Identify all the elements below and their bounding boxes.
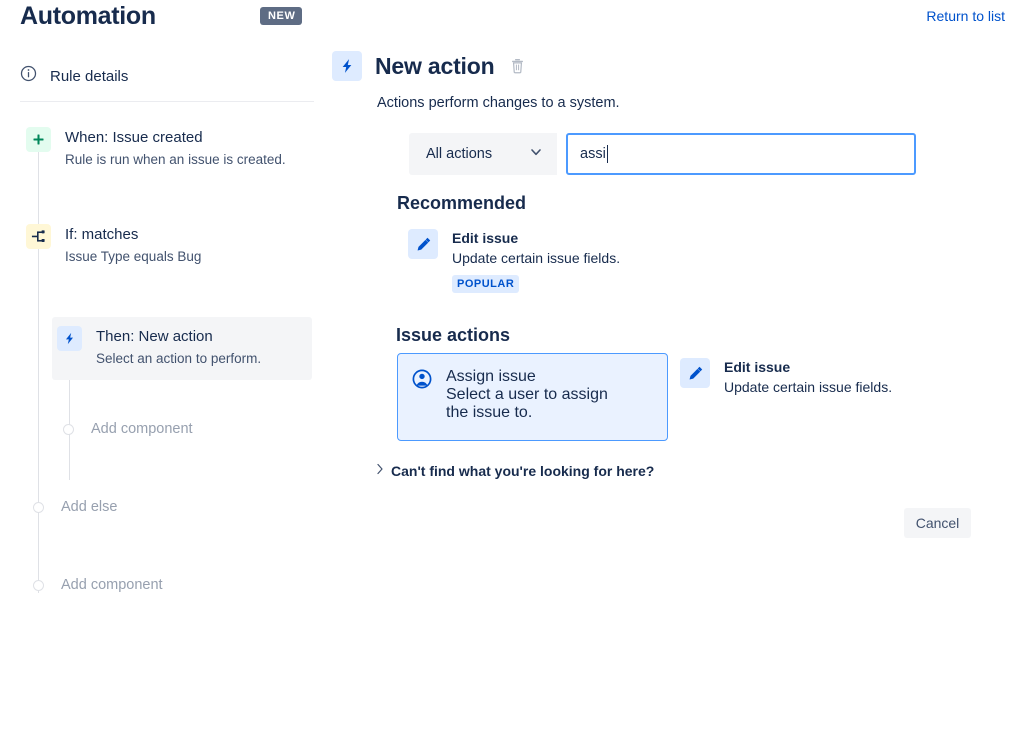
section-title-recommended: Recommended bbox=[397, 193, 526, 214]
rule-node-when[interactable]: When: Issue created Rule is run when an … bbox=[26, 127, 286, 170]
issue-action-card-edit-issue[interactable]: Edit issue Update certain issue fields. bbox=[680, 358, 980, 397]
branch-icon bbox=[26, 224, 51, 249]
page-title: Automation bbox=[20, 2, 156, 31]
search-input[interactable]: assi bbox=[566, 133, 916, 175]
add-else-label: Add else bbox=[61, 499, 117, 515]
circle-node-icon bbox=[33, 580, 44, 591]
section-title-issue-actions: Issue actions bbox=[396, 325, 510, 346]
automation-rule-builder-page: Automation NEW Return to list Rule detai… bbox=[0, 0, 1019, 753]
pencil-icon bbox=[680, 358, 710, 388]
rule-chain-sidebar: Rule details When: Issue created Rule is… bbox=[0, 55, 330, 615]
rule-node-subtitle: Issue Type equals Bug bbox=[65, 247, 201, 267]
action-filter-row: All actions assi bbox=[409, 133, 916, 175]
sidebar-divider bbox=[20, 101, 314, 102]
action-type-select-value: All actions bbox=[426, 146, 492, 162]
action-subtitle: Select a user to assign the issue to. bbox=[446, 386, 631, 422]
panel-header: New action bbox=[332, 51, 525, 81]
action-type-select[interactable]: All actions bbox=[409, 133, 557, 175]
rule-node-title: If: matches bbox=[65, 225, 201, 245]
sidebar-item-label: Rule details bbox=[50, 68, 128, 85]
lightning-bolt-icon bbox=[57, 326, 82, 351]
action-title: Edit issue bbox=[724, 358, 892, 376]
rule-node-if[interactable]: If: matches Issue Type equals Bug bbox=[26, 224, 201, 267]
circle-node-icon bbox=[33, 502, 44, 513]
rule-node-subtitle: Rule is run when an issue is created. bbox=[65, 150, 286, 170]
add-else-button[interactable]: Add else bbox=[33, 499, 117, 515]
action-title: Assign issue bbox=[446, 368, 631, 386]
panel-title: New action bbox=[375, 53, 494, 80]
chevron-right-icon bbox=[376, 462, 384, 480]
action-title: Edit issue bbox=[452, 229, 620, 247]
rule-node-title: Then: New action bbox=[96, 327, 261, 347]
issue-action-card-assign-issue[interactable]: Assign issue Select a user to assign the… bbox=[397, 353, 668, 441]
trash-icon[interactable] bbox=[510, 58, 525, 74]
person-circle-icon bbox=[411, 368, 433, 395]
rule-node-then[interactable]: Then: New action Select an action to per… bbox=[52, 317, 312, 380]
cancel-button[interactable]: Cancel bbox=[904, 508, 971, 538]
add-component-label: Add component bbox=[91, 421, 193, 437]
add-component-button-branch[interactable]: Add component bbox=[63, 421, 193, 437]
cant-find-disclosure[interactable]: Can't find what you're looking for here? bbox=[376, 462, 654, 480]
chain-connector-line bbox=[38, 137, 39, 593]
cant-find-label: Can't find what you're looking for here? bbox=[391, 463, 654, 479]
add-component-label: Add component bbox=[61, 577, 163, 593]
action-subtitle: Update certain issue fields. bbox=[724, 378, 892, 397]
rule-node-subtitle: Select an action to perform. bbox=[96, 349, 261, 369]
pencil-icon bbox=[408, 229, 438, 259]
action-subtitle: Update certain issue fields. bbox=[452, 249, 620, 268]
popular-badge: POPULAR bbox=[452, 275, 519, 293]
new-action-panel: New action Actions perform changes to a … bbox=[332, 0, 1019, 753]
chevron-down-icon bbox=[529, 145, 543, 164]
text-caret bbox=[607, 145, 608, 163]
plus-icon bbox=[26, 127, 51, 152]
rule-node-title: When: Issue created bbox=[65, 128, 286, 148]
recommended-action-edit-issue[interactable]: Edit issue Update certain issue fields. … bbox=[408, 229, 708, 293]
new-badge: NEW bbox=[260, 7, 302, 25]
lightning-bolt-icon bbox=[332, 51, 362, 81]
search-input-value: assi bbox=[580, 146, 606, 162]
sidebar-item-rule-details[interactable]: Rule details bbox=[20, 65, 128, 87]
info-circle-icon bbox=[20, 65, 37, 87]
add-component-button-root[interactable]: Add component bbox=[33, 577, 163, 593]
circle-node-icon bbox=[63, 424, 74, 435]
panel-description: Actions perform changes to a system. bbox=[377, 95, 620, 111]
